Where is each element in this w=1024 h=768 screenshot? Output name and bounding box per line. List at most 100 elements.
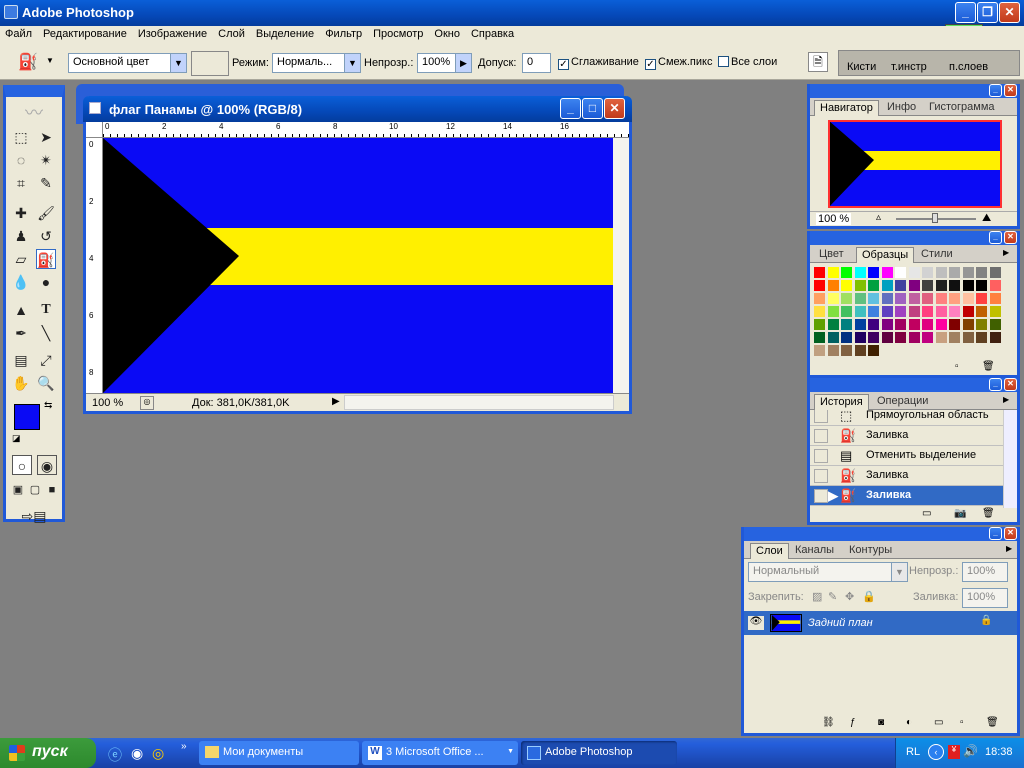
- swatch[interactable]: [908, 293, 920, 304]
- swatch[interactable]: [976, 306, 987, 317]
- delete-swatch-icon[interactable]: 🗑: [982, 361, 995, 372]
- swatch[interactable]: [854, 319, 866, 330]
- layers-close-button[interactable]: ✕: [1004, 527, 1017, 540]
- screen-mode-full-icon[interactable]: ■: [44, 480, 60, 500]
- layer-name[interactable]: Задний план: [808, 617, 873, 629]
- paint-bucket-tool-icon[interactable]: ⛽: [36, 249, 56, 269]
- tray-app-icon[interactable]: ¥: [948, 745, 960, 759]
- swatch[interactable]: [989, 319, 1001, 330]
- swatch[interactable]: [854, 293, 866, 304]
- swatch[interactable]: [989, 306, 1001, 317]
- swatch[interactable]: [814, 293, 825, 304]
- delete-layer-icon[interactable]: 🗑: [986, 717, 999, 728]
- swatch[interactable]: [908, 267, 920, 278]
- swatch[interactable]: [868, 345, 879, 356]
- swatch[interactable]: [841, 319, 852, 330]
- healing-brush-icon[interactable]: ✚: [11, 203, 31, 223]
- swatch[interactable]: [868, 267, 879, 278]
- history-brush-icon[interactable]: ↺: [36, 226, 56, 246]
- pen-icon[interactable]: ✒: [11, 323, 31, 343]
- document-zoom-field[interactable]: 100 %: [92, 397, 123, 409]
- screen-mode-standard-icon[interactable]: ▣: [10, 480, 26, 500]
- taskbar-item-my-documents[interactable]: Мои документы: [199, 741, 359, 765]
- type-icon[interactable]: T: [36, 300, 56, 320]
- menu-help[interactable]: Справка: [471, 28, 514, 40]
- layer-style-icon[interactable]: ƒ: [850, 717, 856, 728]
- swatch[interactable]: [814, 267, 825, 278]
- swatches-minimize-button[interactable]: _: [989, 231, 1002, 244]
- marquee-icon[interactable]: ⬚: [11, 127, 31, 147]
- zoom-slider-thumb[interactable]: [932, 213, 938, 223]
- swatch[interactable]: [854, 345, 866, 356]
- swatch[interactable]: [827, 345, 839, 356]
- magic-wand-icon[interactable]: ✴: [36, 150, 56, 170]
- antialias-option[interactable]: ✓ Сглаживание: [558, 56, 639, 70]
- swatch[interactable]: [881, 267, 893, 278]
- history-snapshot-box[interactable]: [814, 489, 828, 503]
- brush-icon[interactable]: 🖌: [36, 203, 56, 223]
- link-layers-icon[interactable]: ⛓: [822, 717, 835, 728]
- swatch[interactable]: [895, 293, 906, 304]
- history-item[interactable]: ⛽ Заливка: [810, 426, 1003, 446]
- swatch[interactable]: [827, 319, 839, 330]
- foreground-color-swatch[interactable]: [14, 404, 40, 430]
- visibility-eye-icon[interactable]: 👁: [748, 616, 764, 630]
- eyedropper-icon[interactable]: ⤢: [36, 350, 56, 370]
- swatch[interactable]: [908, 319, 920, 330]
- layers-menu-icon[interactable]: ▶: [1006, 544, 1012, 553]
- ie-icon[interactable]: ⓔ: [108, 745, 122, 765]
- well-tab-brushes[interactable]: Кисти: [847, 61, 876, 73]
- volume-icon[interactable]: 🔊: [963, 744, 978, 758]
- swatch[interactable]: [908, 332, 920, 343]
- tray-back-icon[interactable]: ‹: [928, 744, 944, 760]
- history-snapshot-box[interactable]: [814, 469, 828, 483]
- navigator-close-button[interactable]: ✕: [1004, 84, 1017, 97]
- swatch[interactable]: [976, 293, 987, 304]
- swatch[interactable]: [868, 293, 879, 304]
- new-layer-icon[interactable]: ▫: [960, 717, 964, 728]
- tab-actions[interactable]: Операции: [872, 394, 933, 410]
- swatch[interactable]: [881, 332, 893, 343]
- clone-stamp-icon[interactable]: ♟: [11, 226, 31, 246]
- adjustment-layer-icon[interactable]: ◐: [906, 717, 912, 728]
- tool-preset-dropdown-icon[interactable]: ▼: [46, 56, 54, 65]
- swatch[interactable]: [868, 306, 879, 317]
- history-item-active[interactable]: ▶ ⛽ Заливка: [810, 486, 1003, 506]
- menu-edit[interactable]: Редактирование: [43, 28, 127, 40]
- all-layers-option[interactable]: Все слои: [718, 56, 777, 68]
- swatch[interactable]: [922, 332, 933, 343]
- status-expand-icon[interactable]: ▶: [332, 396, 340, 407]
- document-minimize-button[interactable]: _: [560, 98, 581, 119]
- zoom-in-icon[interactable]: ⛰: [982, 212, 991, 225]
- swatch[interactable]: [814, 345, 825, 356]
- swatch[interactable]: [976, 280, 987, 291]
- antialias-checkbox[interactable]: ✓: [558, 59, 569, 70]
- swatch[interactable]: [895, 319, 906, 330]
- blur-icon[interactable]: 💧: [11, 272, 31, 292]
- move-icon[interactable]: ➤: [36, 127, 56, 147]
- app-close-button[interactable]: ✕: [999, 2, 1020, 23]
- swatch[interactable]: [841, 293, 852, 304]
- swatch[interactable]: [962, 319, 974, 330]
- tab-channels[interactable]: Каналы: [790, 543, 839, 559]
- well-tab-layer-comps[interactable]: п.слоев: [949, 61, 988, 73]
- status-menu-icon[interactable]: ◎: [140, 396, 154, 410]
- swatch[interactable]: [827, 293, 839, 304]
- swatch[interactable]: [976, 332, 987, 343]
- swatch[interactable]: [814, 280, 825, 291]
- swatch[interactable]: [935, 293, 947, 304]
- hand-icon[interactable]: ✋: [11, 373, 31, 393]
- menu-window[interactable]: Окно: [434, 28, 460, 40]
- swatch[interactable]: [949, 293, 960, 304]
- swatch[interactable]: [841, 306, 852, 317]
- swatch[interactable]: [895, 280, 906, 291]
- swatch[interactable]: [989, 293, 1001, 304]
- swatch[interactable]: [841, 332, 852, 343]
- tab-color[interactable]: Цвет: [814, 247, 849, 263]
- paint-bucket-icon[interactable]: ⛽: [18, 52, 38, 72]
- lock-all-icon[interactable]: 🔒: [862, 590, 876, 603]
- swap-colors-icon[interactable]: ⇆: [44, 400, 52, 411]
- new-swatch-icon[interactable]: ▫: [955, 361, 959, 372]
- swatch[interactable]: [841, 280, 852, 291]
- swatch[interactable]: [827, 280, 839, 291]
